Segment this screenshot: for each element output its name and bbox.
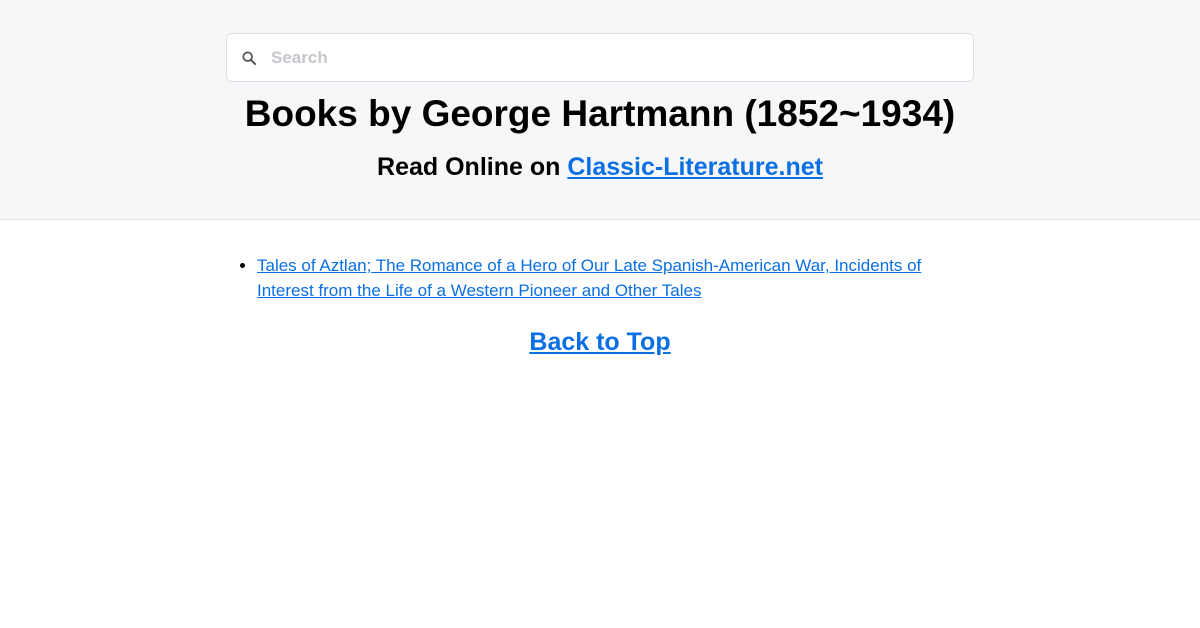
back-to-top-link[interactable]: Back to Top — [529, 328, 670, 356]
page-header: Books by George Hartmann (1852~1934) Rea… — [0, 0, 1200, 220]
site-link[interactable]: Classic-Literature.net — [567, 153, 823, 181]
search-box[interactable] — [226, 33, 974, 82]
subtitle-prefix: Read Online on — [377, 153, 568, 181]
book-list: Tales of Aztlan; The Romance of a Hero o… — [257, 253, 977, 303]
search-input[interactable] — [271, 42, 951, 73]
subtitle: Read Online on Classic-Literature.net — [0, 151, 1200, 183]
list-item: Tales of Aztlan; The Romance of a Hero o… — [257, 253, 977, 303]
book-link[interactable]: Tales of Aztlan; The Romance of a Hero o… — [257, 256, 921, 300]
search-icon — [239, 48, 259, 68]
back-to-top: Back to Top — [0, 326, 1200, 358]
page-title: Books by George Hartmann (1852~1934) — [244, 93, 956, 134]
